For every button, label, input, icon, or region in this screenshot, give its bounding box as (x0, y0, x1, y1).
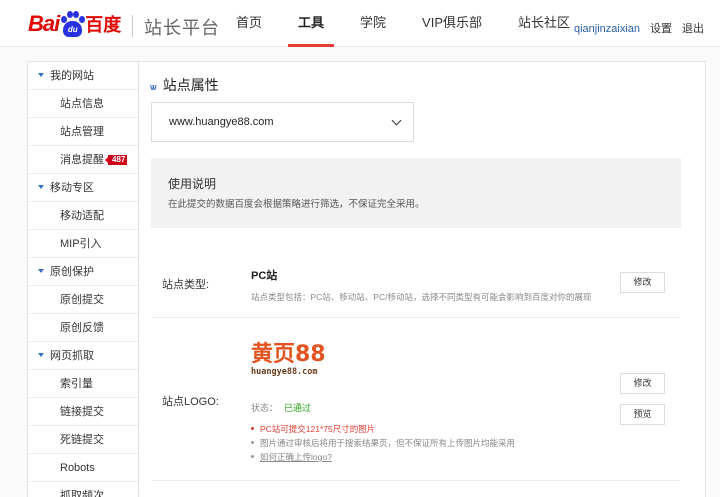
site-logo-label: 站点LOGO: (162, 396, 219, 408)
bullet-icon (251, 455, 254, 459)
main-nav: 首页 工具 学院 VIP俱乐部 站长社区 (218, 0, 588, 47)
logout-link[interactable]: 退出 (682, 0, 704, 47)
sidebar: 我的网站 站点信息 站点管理 消息提醒 487 移动专区 移动适配 MIP引入 原… (27, 61, 139, 497)
row-divider (151, 317, 681, 318)
chevron-down-icon (391, 115, 402, 126)
logo-note-help: 如何正确上传logo? (251, 451, 332, 463)
bullet-icon (251, 427, 254, 431)
usage-notice: 使用说明 在此提交的数据百度会根据策略进行筛选，不保证完全采用。 (151, 158, 681, 228)
nav-academy[interactable]: 学院 (342, 0, 404, 47)
settings-link[interactable]: 设置 (650, 0, 672, 47)
logo-status: 状态： 已通过 (251, 401, 311, 414)
usage-notice-heading: 使用说明 (168, 177, 217, 191)
logo-bai-text: Bai (28, 11, 60, 36)
nav-vip-club[interactable]: VIP俱乐部 (404, 0, 500, 47)
logo-help-link[interactable]: 如何正确上传logo? (260, 452, 332, 462)
site-type-label: 站点类型: (162, 279, 210, 291)
username-link[interactable]: qianjinzaixian (574, 0, 640, 47)
nav-tools[interactable]: 工具 (280, 0, 342, 47)
wave-icon: ᵥᵥ (150, 78, 157, 92)
site-select-value: www.huangye88.com (169, 116, 274, 128)
sidebar-item-messages[interactable]: 消息提醒 487 (28, 146, 138, 174)
sidebar-group-label: 我的网站 (50, 70, 94, 82)
sidebar-item-deadlink-submit[interactable]: 死链提交 (28, 426, 138, 454)
triangle-down-icon (38, 353, 44, 358)
baidu-logo[interactable]: Bai du 百度 (28, 9, 121, 39)
user-area: qianjinzaixian 设置 退出 (574, 0, 704, 47)
note-text: 图片通过审核后将用于搜索结果页，但不保证所有上传图片均能采用 (260, 438, 516, 448)
logo-cn-text: 百度 (85, 15, 122, 36)
triangle-down-icon (38, 185, 44, 190)
site-type-edit-button[interactable]: 修改 (620, 272, 665, 293)
sidebar-item-original-submit[interactable]: 原创提交 (28, 286, 138, 314)
page-title: 站点属性 (162, 78, 219, 94)
row-divider (151, 480, 681, 481)
triangle-down-icon (38, 73, 44, 78)
sidebar-item-index-count[interactable]: 索引量 (28, 370, 138, 398)
sidebar-item-mip[interactable]: MIP引入 (28, 230, 138, 258)
sidebar-group-original[interactable]: 原创保护 (28, 258, 138, 286)
sidebar-item-site-manage[interactable]: 站点管理 (28, 118, 138, 146)
note-text: PC站可提交121*75尺寸的图片 (260, 424, 376, 434)
sidebar-item-link-submit[interactable]: 链接提交 (28, 398, 138, 426)
sidebar-item-original-feedback[interactable]: 原创反馈 (28, 314, 138, 342)
logo-status-label: 状态： (251, 403, 279, 413)
site-select-dropdown[interactable]: www.huangye88.com (151, 102, 414, 142)
triangle-down-icon (38, 269, 44, 274)
paw-icon: du (60, 11, 86, 37)
sidebar-group-label: 网页抓取 (50, 350, 94, 362)
sidebar-item-mobile-adapt[interactable]: 移动适配 (28, 202, 138, 230)
logo-status-value: 已通过 (284, 403, 312, 413)
message-count-badge: 487 (104, 155, 128, 165)
sidebar-item-crawl-frequency[interactable]: 抓取频次 (28, 482, 138, 497)
site-type-value: PC站 (251, 270, 278, 282)
site-logo-image: 黄页88 huangye88.com (251, 344, 337, 382)
site-logo-text-small: huangye88.com (251, 367, 318, 377)
logo-du-text: du (67, 25, 78, 34)
nav-home[interactable]: 首页 (218, 0, 280, 47)
sidebar-group-mobile[interactable]: 移动专区 (28, 174, 138, 202)
main-panel: ᵥᵥ 站点属性 www.huangye88.com 使用说明 在此提交的数据百度… (139, 61, 706, 497)
sidebar-item-site-info[interactable]: 站点信息 (28, 90, 138, 118)
site-logo-preview-button[interactable]: 预览 (620, 404, 665, 425)
bullet-icon (251, 441, 254, 445)
site-logo-text-large: 黄页88 (251, 342, 326, 367)
logo-note-size: PC站可提交121*75尺寸的图片 (251, 423, 375, 435)
site-type-description: 站点类型包括：PC站、移动站、PC/移动站，选择不同类型有可能会影响到百度对你的… (251, 292, 592, 302)
top-header: Bai du 百度 站长平台 首页 工具 学院 VIP俱乐部 站长社区 qian… (0, 0, 720, 47)
site-logo-edit-button[interactable]: 修改 (620, 373, 665, 394)
sidebar-group-my-site[interactable]: 我的网站 (28, 62, 138, 90)
sidebar-item-robots[interactable]: Robots (28, 454, 138, 482)
platform-name: 站长平台 (144, 18, 220, 39)
sidebar-group-label: 原创保护 (50, 266, 94, 278)
sidebar-item-label: 消息提醒 (60, 154, 104, 166)
logo-note-usage: 图片通过审核后将用于搜索结果页，但不保证所有上传图片均能采用 (251, 437, 515, 449)
sidebar-group-label: 移动专区 (50, 182, 94, 194)
header-separator (132, 15, 133, 37)
section-title-row: ᵥᵥ 站点属性 (150, 76, 219, 94)
usage-notice-text: 在此提交的数据百度会根据策略进行筛选，不保证完全采用。 (168, 199, 425, 210)
sidebar-group-crawl[interactable]: 网页抓取 (28, 342, 138, 370)
